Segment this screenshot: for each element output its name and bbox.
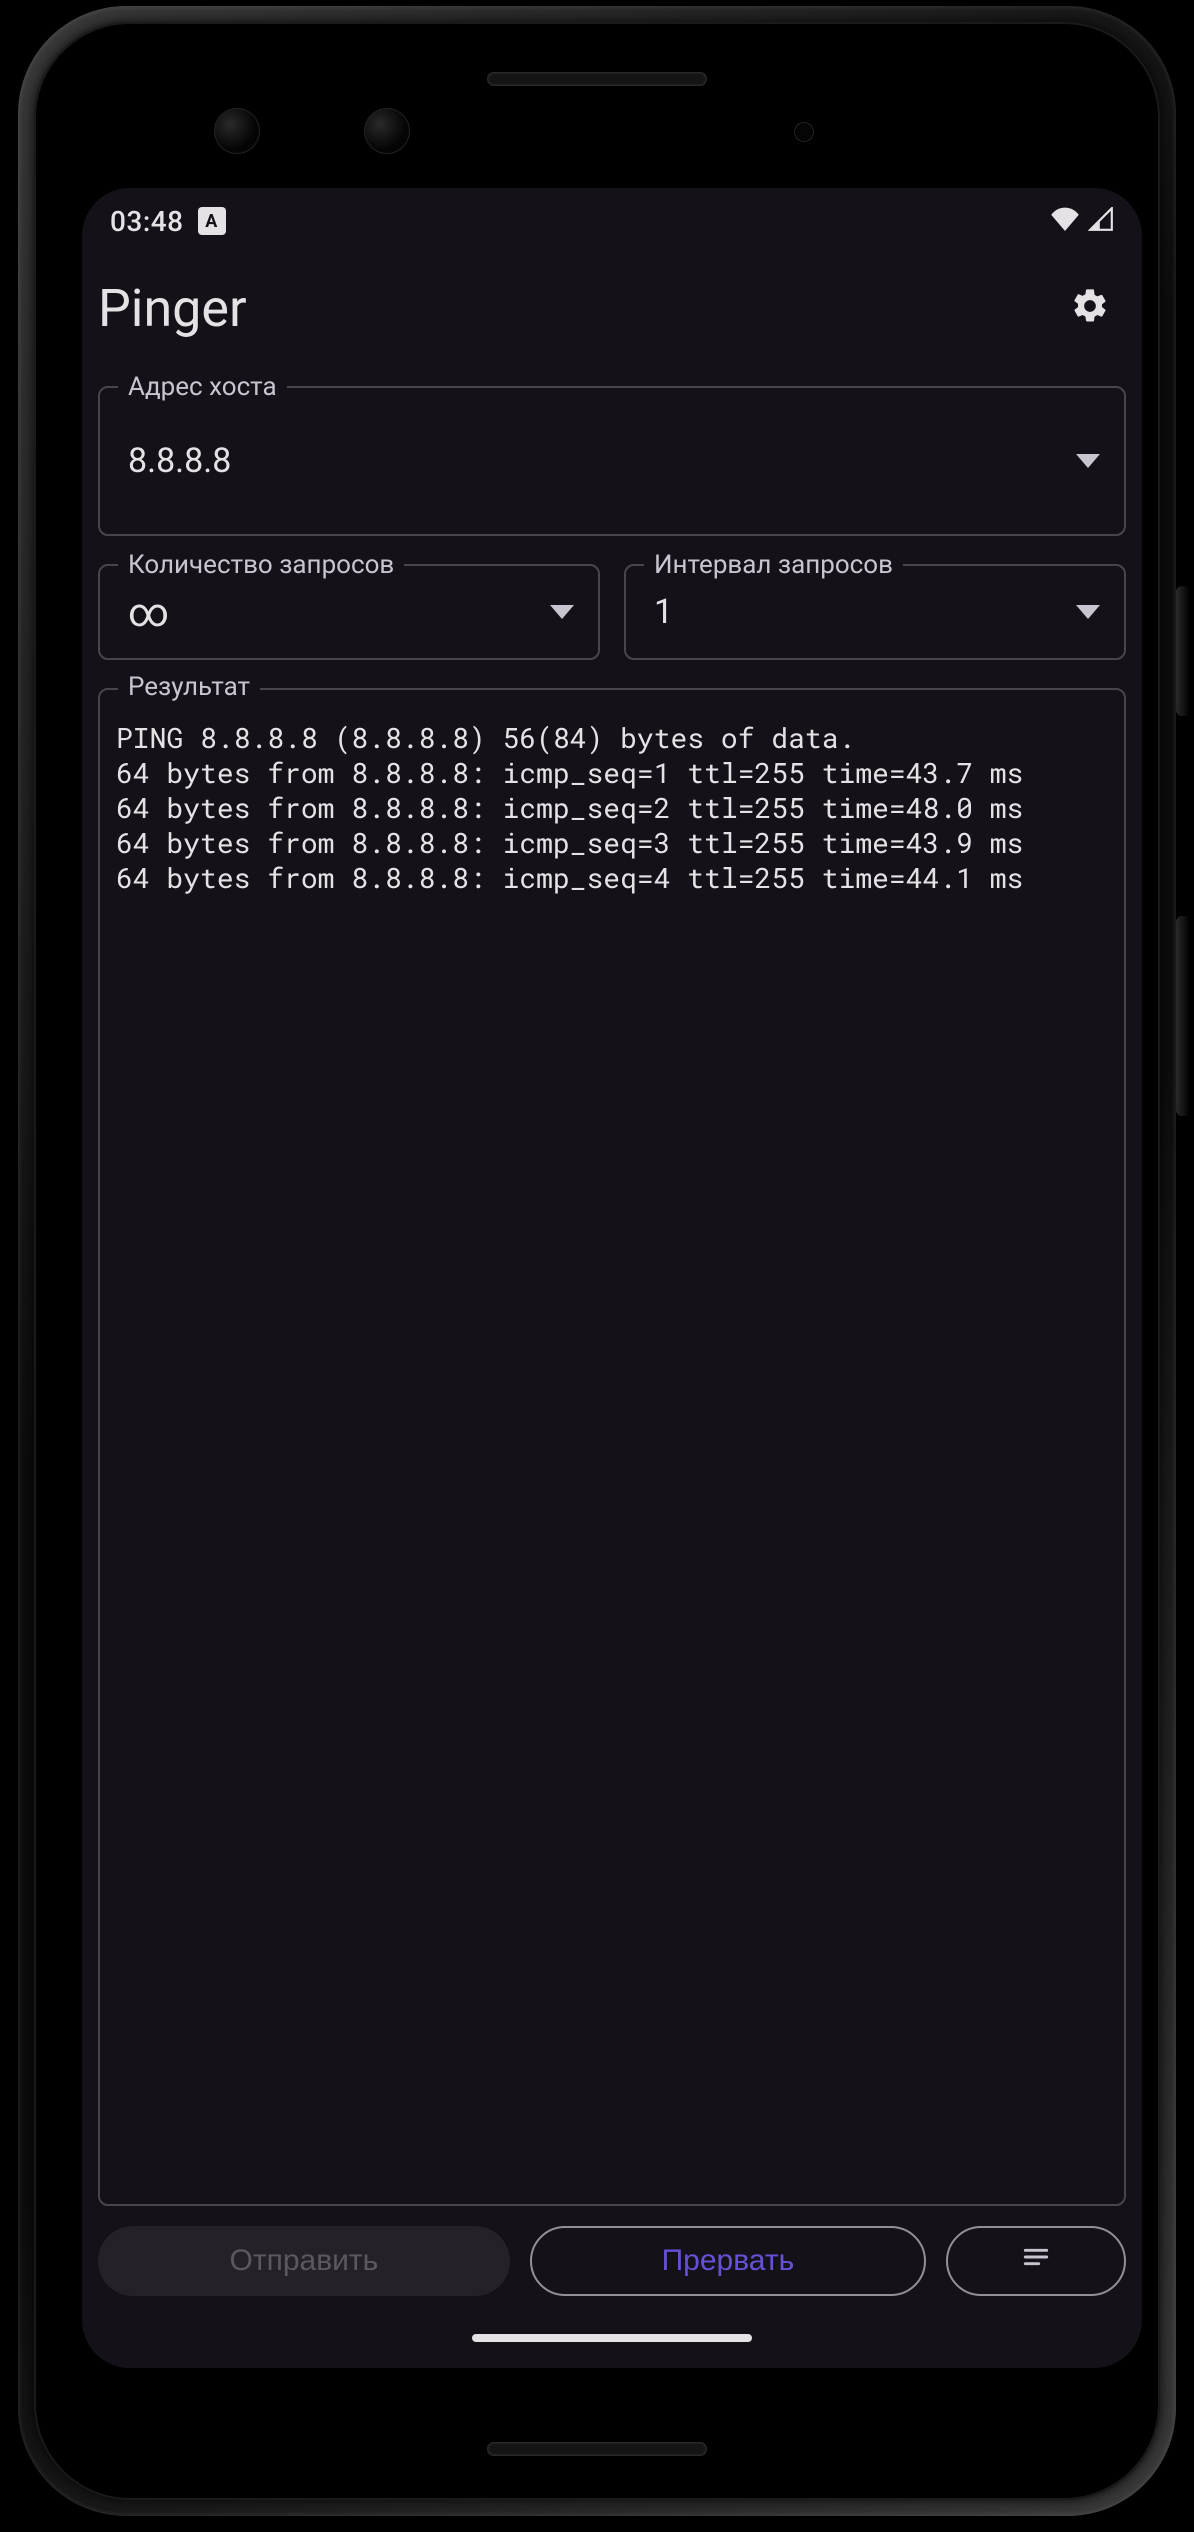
notes-icon	[1020, 2241, 1052, 2281]
more-button[interactable]	[946, 2226, 1126, 2296]
result-label: Результат	[118, 672, 260, 702]
host-value: 8.8.8.8	[128, 441, 231, 481]
cellular-signal-icon	[1088, 205, 1114, 238]
earpiece-top	[487, 72, 707, 86]
keyboard-language-icon: A	[198, 207, 226, 235]
abort-button[interactable]: Прервать	[530, 2226, 926, 2296]
chevron-down-icon	[1076, 605, 1100, 619]
power-button[interactable]	[1176, 586, 1190, 716]
screen: 03:48 A Pinger	[82, 188, 1142, 2368]
app-title: Pinger	[98, 278, 247, 339]
request-interval-label: Интервал запросов	[644, 550, 903, 580]
abort-button-label: Прервать	[662, 2244, 795, 2278]
host-field: Адрес хоста 8.8.8.8	[98, 386, 1126, 536]
status-time: 03:48	[110, 205, 184, 238]
front-camera-2	[364, 108, 410, 154]
host-dropdown[interactable]: 8.8.8.8	[98, 386, 1126, 536]
request-count-field: Количество запросов ∞	[98, 564, 600, 660]
send-button[interactable]: Отправить	[98, 2226, 510, 2296]
request-count-value: ∞	[128, 589, 169, 636]
gesture-nav-handle[interactable]	[472, 2334, 752, 2342]
result-output[interactable]: PING 8.8.8.8 (8.8.8.8) 56(84) bytes of d…	[98, 688, 1126, 2206]
volume-button[interactable]	[1176, 916, 1190, 1116]
wifi-icon	[1050, 205, 1080, 238]
front-camera-1	[214, 108, 260, 154]
request-count-label: Количество запросов	[118, 550, 404, 580]
status-bar: 03:48 A	[82, 188, 1142, 254]
app-bar: Pinger	[82, 254, 1142, 362]
result-field: Результат PING 8.8.8.8 (8.8.8.8) 56(84) …	[98, 688, 1126, 2206]
options-row: Количество запросов ∞ Интервал запросов …	[98, 564, 1126, 660]
gear-icon	[1070, 286, 1110, 330]
chevron-down-icon	[1076, 454, 1100, 468]
chevron-down-icon	[550, 605, 574, 619]
device-bezel: 03:48 A Pinger	[34, 22, 1160, 2500]
settings-button[interactable]	[1062, 280, 1118, 336]
content: Адрес хоста 8.8.8.8 Количество запросов …	[82, 362, 1142, 2206]
request-interval-field: Интервал запросов 1	[624, 564, 1126, 660]
earpiece-bottom	[487, 2442, 707, 2456]
proximity-sensor	[794, 122, 814, 142]
device-frame: 03:48 A Pinger	[18, 6, 1176, 2516]
send-button-label: Отправить	[230, 2244, 379, 2278]
bottom-actions: Отправить Прервать	[82, 2206, 1142, 2328]
host-label: Адрес хоста	[118, 372, 287, 402]
request-interval-value: 1	[654, 592, 673, 632]
navigation-bar	[82, 2328, 1142, 2368]
